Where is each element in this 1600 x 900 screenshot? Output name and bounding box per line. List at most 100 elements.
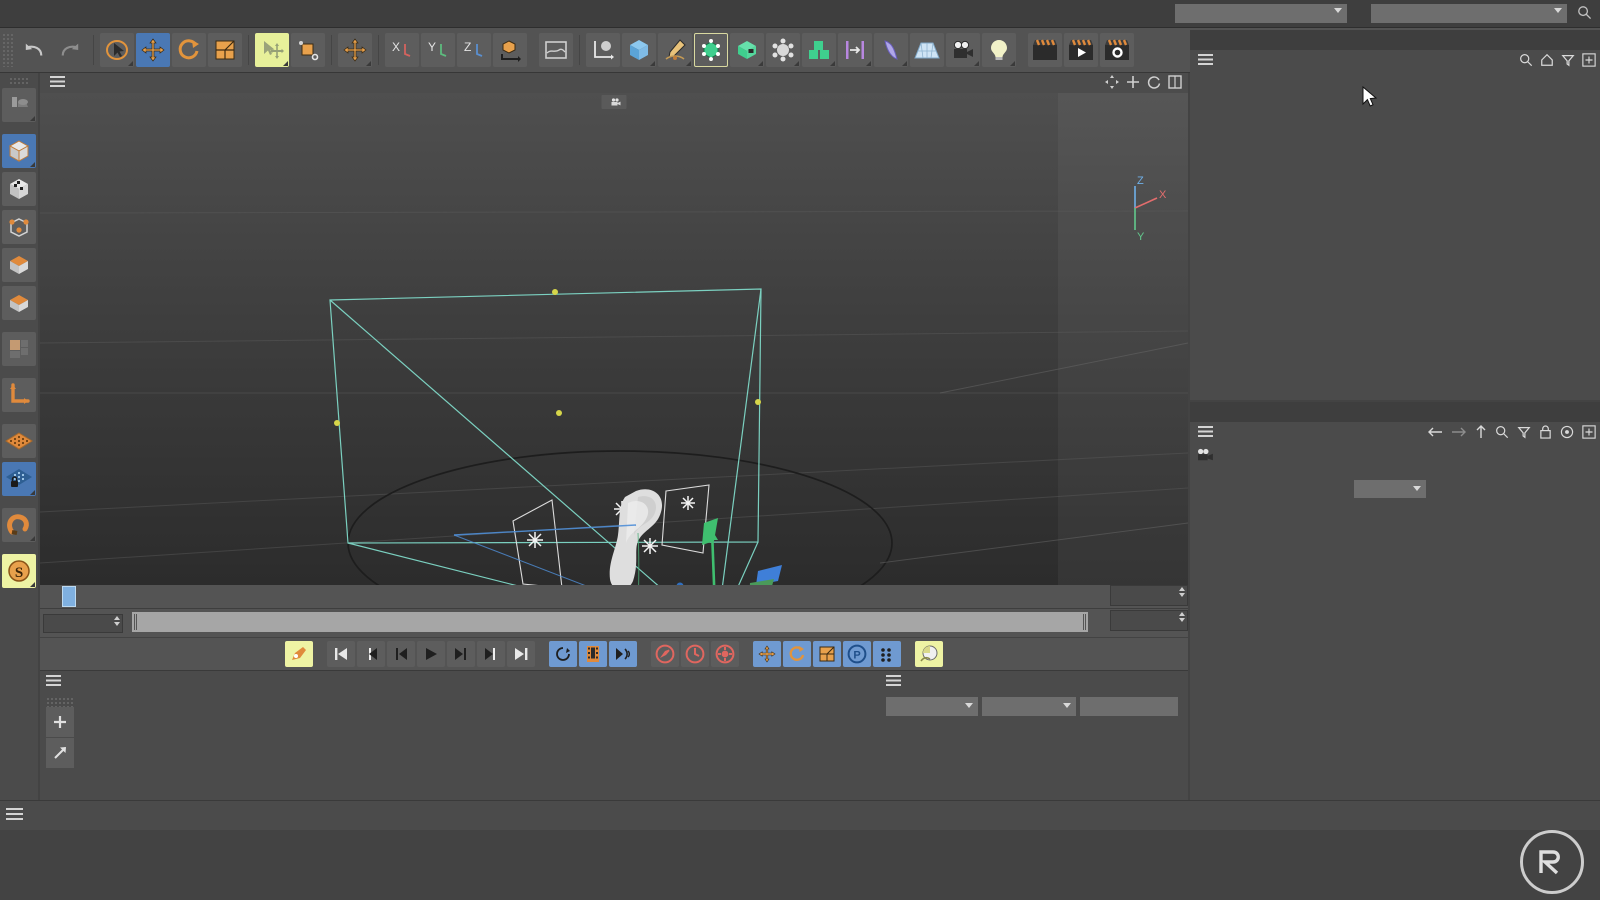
- key-pla-button[interactable]: P: [843, 641, 871, 667]
- render-settings-button[interactable]: [1100, 33, 1134, 67]
- lock-workplane-button[interactable]: [2, 462, 36, 496]
- play-button[interactable]: [417, 641, 445, 667]
- step-back-button[interactable]: [387, 641, 415, 667]
- home-icon[interactable]: [1540, 53, 1554, 70]
- polygons-mode-button[interactable]: [2, 286, 36, 320]
- timeline-ruler[interactable]: [40, 585, 1188, 609]
- toolbar-grip[interactable]: [2, 33, 14, 67]
- live-selection-tool[interactable]: [100, 33, 134, 67]
- pan-view-icon[interactable]: [1105, 74, 1119, 92]
- substance-asset-button[interactable]: S: [2, 554, 36, 588]
- object-mode-button[interactable]: [2, 172, 36, 206]
- pen-spline-button[interactable]: [658, 33, 692, 67]
- render-active-view-button[interactable]: [1028, 33, 1062, 67]
- rotation-order-select[interactable]: [1354, 480, 1426, 498]
- loop-button[interactable]: [549, 641, 577, 667]
- maximize-view-icon[interactable]: [1168, 74, 1182, 92]
- render-to-picture-viewer-button[interactable]: [1064, 33, 1098, 67]
- preview-start-input[interactable]: [1110, 585, 1188, 606]
- magnet-tool-button[interactable]: [2, 508, 36, 542]
- go-to-next-key-button[interactable]: [477, 641, 505, 667]
- key-scale-button[interactable]: [813, 641, 841, 667]
- range-handle-right[interactable]: [1083, 614, 1086, 630]
- lock-z-axis-button[interactable]: Z: [457, 33, 491, 67]
- array-generator-button[interactable]: [730, 33, 764, 67]
- stepper-icon[interactable]: [1179, 587, 1185, 597]
- key-points-button[interactable]: [873, 641, 901, 667]
- camera-object-button[interactable]: [946, 33, 980, 67]
- hamburger-icon[interactable]: [1198, 54, 1213, 68]
- go-to-start-button[interactable]: [327, 641, 355, 667]
- hamburger-icon[interactable]: [46, 675, 61, 689]
- key-position-button[interactable]: [753, 641, 781, 667]
- layout-select[interactable]: [1371, 4, 1567, 23]
- add-material-button[interactable]: [46, 707, 74, 737]
- model-mode-button[interactable]: [2, 134, 36, 168]
- node-space-select[interactable]: [1175, 4, 1347, 23]
- redo-button[interactable]: [53, 33, 87, 67]
- go-to-end-button[interactable]: [507, 641, 535, 667]
- object-tree[interactable]: [1190, 72, 1600, 398]
- enable-snapping-grid-button[interactable]: [2, 424, 36, 458]
- autokey-button[interactable]: [609, 641, 637, 667]
- record-key-button[interactable]: [651, 641, 679, 667]
- scene-floor-button[interactable]: [910, 33, 944, 67]
- timeline-range-bar[interactable]: [132, 612, 1088, 632]
- world-object-coordinates-button[interactable]: [493, 33, 527, 67]
- hamburger-icon[interactable]: [50, 76, 65, 90]
- size-mode-select[interactable]: [982, 696, 1076, 716]
- filter-icon[interactable]: [1517, 425, 1531, 442]
- record-film-button[interactable]: [579, 641, 607, 667]
- simulate-button[interactable]: [915, 641, 943, 667]
- filter-icon[interactable]: [1561, 53, 1575, 70]
- timeline-playhead[interactable]: [62, 586, 76, 607]
- lock-y-axis-button[interactable]: Y: [421, 33, 455, 67]
- left-toolbar-grip[interactable]: [9, 77, 29, 85]
- mograph-cloner-button[interactable]: [802, 33, 836, 67]
- search-icon[interactable]: [1519, 53, 1533, 70]
- preview-end-input[interactable]: [1110, 610, 1188, 631]
- points-mode-button[interactable]: [2, 248, 36, 282]
- stepper-icon[interactable]: [1179, 612, 1185, 622]
- deformer-button[interactable]: [766, 33, 800, 67]
- lock-x-axis-button[interactable]: X: [385, 33, 419, 67]
- viewport-solo-button[interactable]: [2, 332, 36, 366]
- move-duplicate-tool[interactable]: [338, 33, 372, 67]
- back-arrow-icon[interactable]: [1427, 426, 1443, 441]
- mograph-effector-button[interactable]: [838, 33, 872, 67]
- target-icon[interactable]: [1560, 425, 1574, 442]
- range-handle-left[interactable]: [134, 614, 137, 630]
- hamburger-icon[interactable]: [886, 675, 901, 689]
- move-tool[interactable]: [136, 33, 170, 67]
- undo-button[interactable]: [17, 33, 51, 67]
- make-editable-button[interactable]: [2, 88, 36, 122]
- render-view-button[interactable]: [539, 33, 573, 67]
- record-parameter-button[interactable]: [711, 641, 739, 667]
- modeling-axis-tool[interactable]: [291, 33, 325, 67]
- plus-icon[interactable]: [1582, 52, 1596, 70]
- move-active-tool[interactable]: [255, 33, 289, 67]
- lock-icon[interactable]: [1539, 424, 1552, 442]
- coordinate-mode-select[interactable]: [886, 696, 978, 716]
- material-side-grip[interactable]: [46, 697, 74, 707]
- axis-helper-button[interactable]: [586, 33, 620, 67]
- subdivision-surface-button[interactable]: [694, 33, 728, 67]
- scale-tool[interactable]: [208, 33, 242, 67]
- texture-mode-button[interactable]: [2, 210, 36, 244]
- world-axis-button[interactable]: [2, 378, 36, 412]
- up-arrow-icon[interactable]: [1475, 424, 1487, 442]
- current-frame-input[interactable]: [43, 614, 123, 633]
- hamburger-icon[interactable]: [1198, 426, 1213, 440]
- apply-button[interactable]: [1080, 696, 1178, 716]
- apply-material-button[interactable]: [46, 738, 74, 768]
- key-rotation-button[interactable]: [783, 641, 811, 667]
- zoom-view-icon[interactable]: [1126, 75, 1140, 92]
- cube-primitive-button[interactable]: [622, 33, 656, 67]
- autokeying-button[interactable]: [285, 641, 313, 667]
- light-object-button[interactable]: [982, 33, 1016, 67]
- search-icon[interactable]: [1577, 5, 1592, 23]
- field-object-button[interactable]: [874, 33, 908, 67]
- record-rotation-button[interactable]: [681, 641, 709, 667]
- search-icon[interactable]: [1495, 425, 1509, 442]
- rotate-tool[interactable]: [172, 33, 206, 67]
